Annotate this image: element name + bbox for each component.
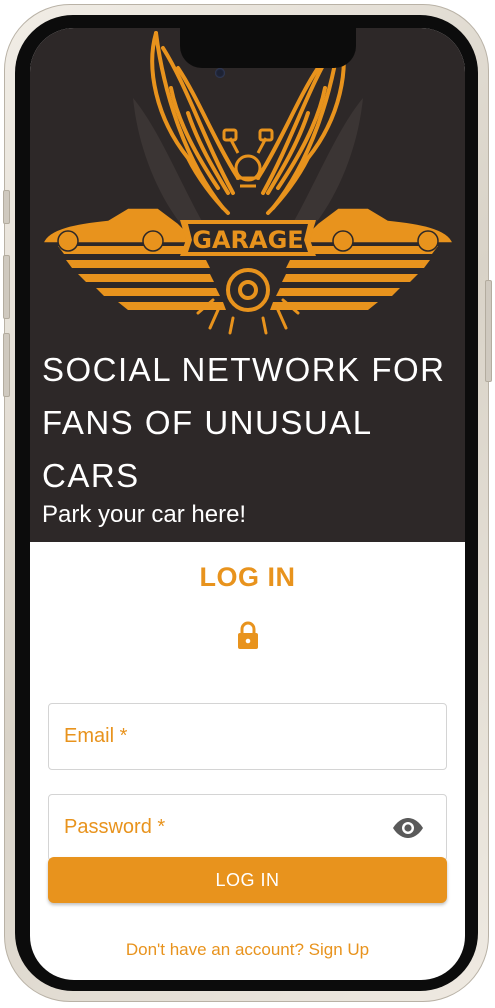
app-screen: GARAGE SOCIAL NETWORK FOR FANS OF UNUSUA… [30, 28, 465, 980]
email-field[interactable]: Email * [48, 703, 447, 770]
side-button-volume-down [3, 333, 10, 397]
email-field-label: Email * [64, 725, 128, 747]
lock-icon [238, 621, 258, 649]
login-form: LOG IN Email * Password * LOG IN Don't h… [30, 542, 465, 980]
camera-icon [215, 68, 225, 78]
side-button-volume-up [3, 255, 10, 319]
side-button-mute [3, 190, 10, 224]
hero-tagline: Park your car here! [42, 501, 247, 528]
password-field-label: Password * [64, 816, 166, 838]
hero-headline: SOCIAL NETWORK FOR FANS OF UNUSUAL CARS [42, 351, 446, 494]
garage-logo-text: GARAGE [192, 226, 303, 254]
notch [180, 28, 356, 68]
side-button-power [485, 280, 492, 382]
signup-link[interactable]: Don't have an account? Sign Up [30, 940, 465, 960]
garage-logo: GARAGE [41, 31, 455, 335]
login-title: LOG IN [199, 562, 296, 592]
hero-section: GARAGE SOCIAL NETWORK FOR FANS OF UNUSUA… [30, 28, 465, 542]
password-field[interactable]: Password * [48, 794, 447, 861]
login-submit-button[interactable]: LOG IN [48, 857, 447, 903]
visibility-eye-icon[interactable] [392, 817, 424, 839]
